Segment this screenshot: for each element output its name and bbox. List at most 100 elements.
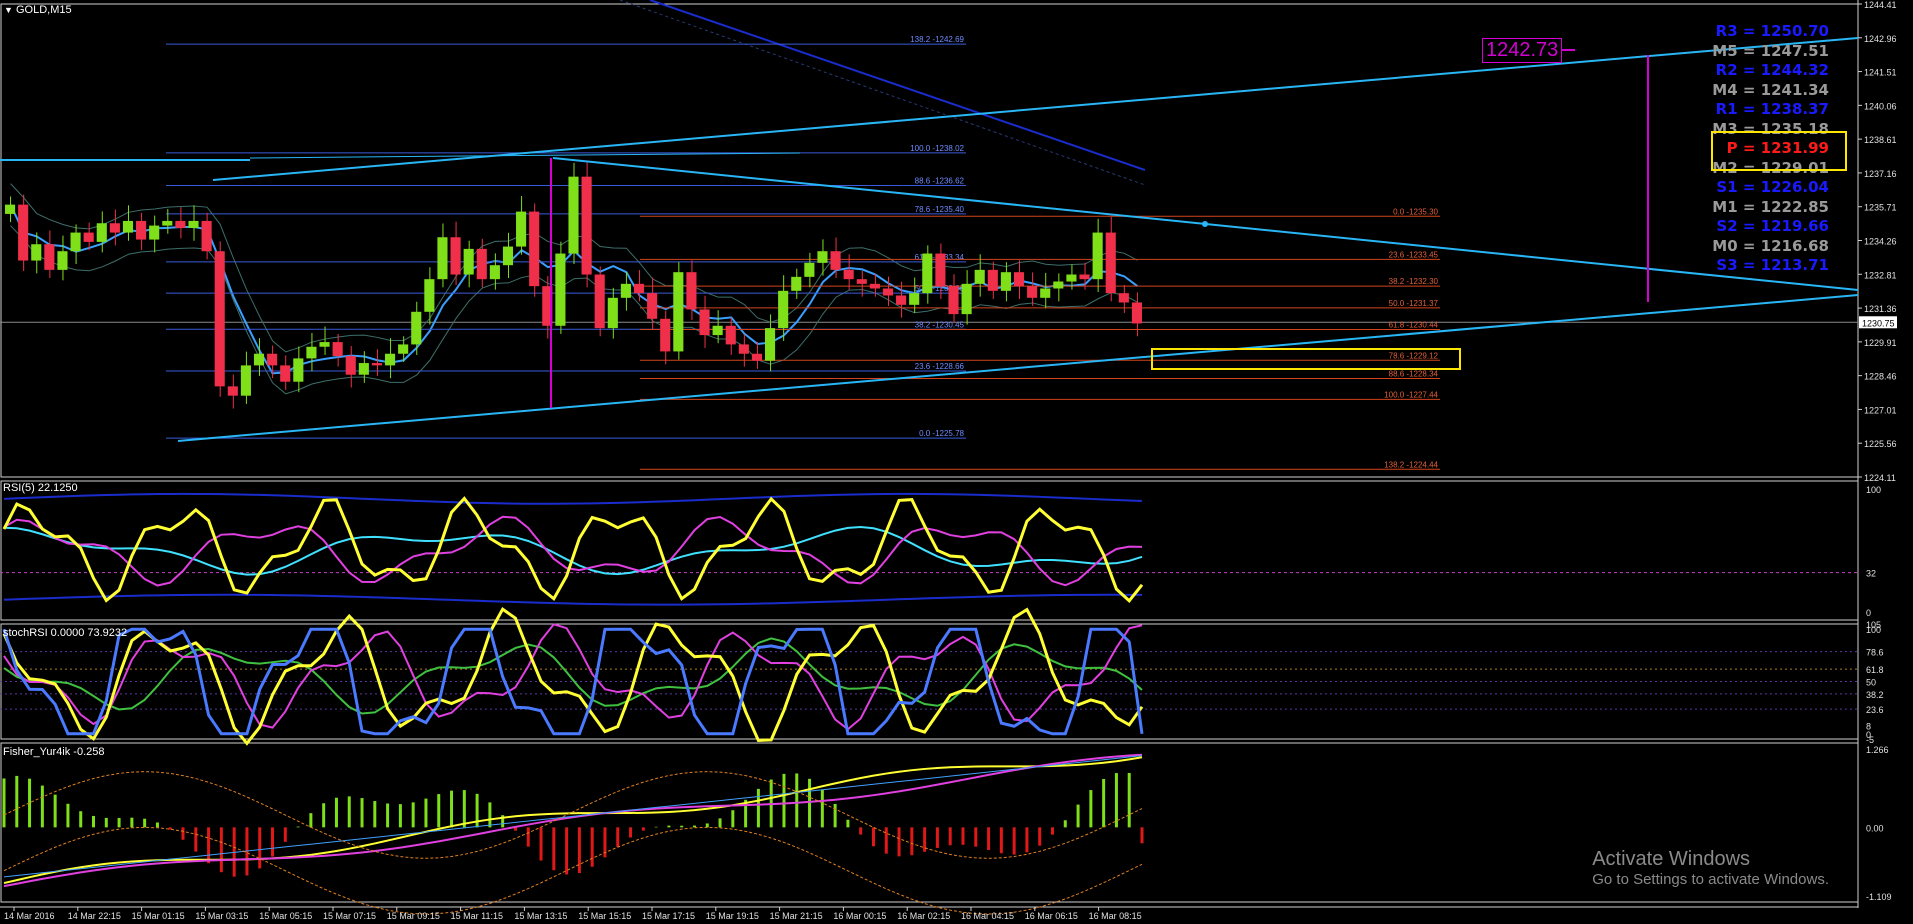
- candle-body: [280, 365, 291, 382]
- candle-body: [122, 220, 134, 233]
- candle-body: [922, 253, 933, 294]
- time-tick-label: 15 Mar 15:15: [578, 911, 631, 921]
- candle-body: [253, 353, 265, 366]
- watermark-line2: Go to Settings to activate Windows.: [1592, 871, 1829, 888]
- fisher-tick-label: 0.00: [1866, 823, 1884, 833]
- candle-body: [843, 269, 854, 280]
- candle-body: [162, 220, 173, 226]
- candle-body: [738, 344, 749, 354]
- candle-body: [791, 276, 802, 291]
- candle-body: [371, 363, 382, 366]
- candle-body: [57, 251, 68, 270]
- candle-body: [974, 269, 985, 284]
- price-tick-label: 1242.96: [1864, 34, 1897, 44]
- fib-red-label: 23.6 -1233.45: [1389, 250, 1439, 259]
- rsi-tick-label: 0: [1866, 608, 1871, 618]
- rsi-pane-label: RSI(5) 22.1250: [3, 482, 78, 494]
- candle-body: [70, 232, 81, 252]
- fib-blue-label: 78.6 -1235.40: [915, 205, 965, 214]
- fib-blue-label: 23.6 -1228.66: [915, 362, 965, 371]
- stochrsi-tick-label: 38.2: [1866, 690, 1884, 700]
- time-tick-label: 15 Mar 21:15: [770, 911, 823, 921]
- candle-body: [1000, 272, 1011, 291]
- price-tick-label: 1229.91: [1864, 338, 1897, 348]
- fisher-pane-label: Fisher_Yur4ik -0.258: [3, 746, 105, 758]
- candle-body: [437, 237, 448, 280]
- price-tick-label: 1225.56: [1864, 439, 1897, 449]
- time-tick-label: 16 Mar 02:15: [897, 911, 950, 921]
- price-tick-label: 1240.06: [1864, 101, 1897, 111]
- candle-body: [961, 283, 972, 315]
- candle-body: [660, 318, 671, 352]
- price-tick-label: 1227.01: [1864, 405, 1897, 415]
- fib-red-label: 61.8 -1230.44: [1389, 321, 1439, 330]
- pivot-level: M1 = 1222.85: [1712, 197, 1829, 216]
- stochrsi-tick-label: 61.8: [1866, 665, 1884, 675]
- candle-body: [686, 272, 697, 310]
- stochrsi-tick-label: 23.6: [1866, 705, 1884, 715]
- fisher-tick-label: -1.109: [1866, 892, 1892, 902]
- candle-body: [345, 356, 356, 375]
- stochrsi-tick-label: 78.6: [1866, 648, 1884, 658]
- fib-blue-label: 138.2 -1242.69: [910, 35, 964, 44]
- time-tick-label: 15 Mar 19:15: [706, 911, 759, 921]
- fib-blue-label: 100.0 -1238.02: [910, 144, 964, 153]
- candle-body: [240, 365, 251, 396]
- time-tick-label: 15 Mar 09:15: [387, 911, 440, 921]
- symbol-timeframe: GOLD,M15: [15, 4, 72, 16]
- price-tick-label: 1234.26: [1864, 237, 1897, 247]
- candle-body: [398, 344, 409, 354]
- candle-body: [909, 293, 920, 305]
- candle-body: [607, 297, 618, 329]
- candle-body: [555, 253, 566, 326]
- candle-body: [109, 223, 120, 233]
- time-tick-label: 15 Mar 07:15: [323, 911, 376, 921]
- time-tick-label: 16 Mar 04:15: [961, 911, 1014, 921]
- candle-body: [1131, 302, 1142, 324]
- rsi-tick-label: 32: [1866, 569, 1876, 579]
- candle-body: [516, 211, 527, 247]
- time-tick-label: 15 Mar 17:15: [642, 911, 695, 921]
- candle-body: [896, 295, 907, 305]
- fib-red-label: 88.6 -1228.34: [1389, 369, 1439, 378]
- price-tick-label: 1224.11: [1864, 473, 1896, 483]
- fib-blue-label: 0.0 -1225.78: [919, 429, 964, 438]
- pivot-level: S2 = 1219.66: [1716, 217, 1829, 235]
- candle-body: [306, 346, 317, 359]
- trendline-anchor-point: [1202, 221, 1208, 227]
- candle-body: [502, 246, 514, 266]
- candle-body: [18, 204, 29, 261]
- candle-body: [581, 176, 592, 275]
- price-tick-label: 1231.36: [1864, 304, 1897, 314]
- price-tick-label: 1235.71: [1864, 203, 1897, 213]
- candle-body: [267, 353, 278, 366]
- pivot-level: M5 = 1247.51: [1712, 41, 1829, 60]
- price-tick-label: 1237.16: [1864, 169, 1897, 179]
- candle-body: [712, 325, 723, 336]
- candle-body: [424, 279, 435, 312]
- candle-body: [1066, 274, 1077, 282]
- candle-body: [450, 237, 461, 275]
- candle-body: [1105, 232, 1116, 294]
- candle-body: [633, 283, 645, 294]
- chart-canvas[interactable]: 138.2 -1242.69 100.0 -1238.02 88.6 -1236.6…: [0, 0, 1913, 924]
- target-price-tag: 1242.73: [1482, 38, 1563, 63]
- fib-red-label: 0.0 -1235.30: [1393, 207, 1438, 216]
- pivot-level: R1 = 1238.37: [1715, 100, 1829, 118]
- price-tick-label: 1232.81: [1864, 270, 1897, 280]
- stochrsi-tick-label: 100: [1866, 625, 1881, 635]
- pivot-level: R2 = 1244.32: [1715, 61, 1829, 79]
- activate-windows-watermark: Activate Windows Go to Settings to activ…: [1592, 848, 1829, 888]
- candle-body: [1053, 281, 1064, 289]
- fib-red-label: 50.0 -1231.37: [1389, 299, 1439, 308]
- chart-menu-triangle-icon[interactable]: ▼: [4, 5, 13, 15]
- candle-body: [83, 232, 94, 242]
- candle-body: [214, 251, 225, 387]
- candle-body: [673, 272, 684, 352]
- stochrsi-pane-label: stochRSI 0.0000 73.9232: [3, 627, 128, 639]
- price-tick-label: 1244.41: [1864, 0, 1897, 10]
- pivot-level: R3 = 1250.70: [1715, 22, 1829, 40]
- candle-body: [385, 353, 396, 366]
- candle-body: [411, 311, 422, 345]
- candle-body: [227, 386, 238, 396]
